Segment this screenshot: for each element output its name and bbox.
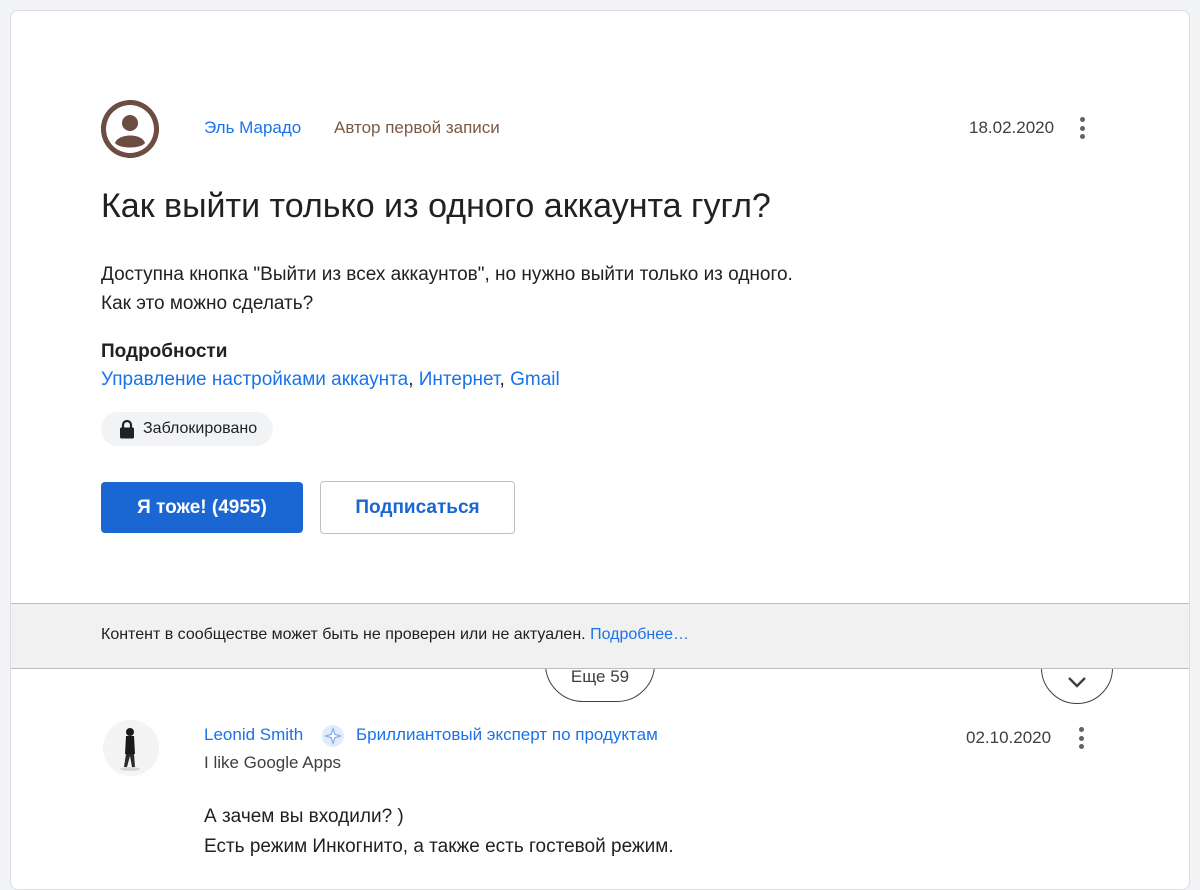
details-tags: Управление настройками аккаунта, Интерне… [101,369,560,391]
tag-separator: , [408,369,419,390]
expert-badge-label: Бриллиантовый эксперт по продуктам [356,725,658,744]
reply-body: А зачем вы входили? ) Есть режим Инкогни… [204,802,674,862]
notice-text: Контент в сообществе может быть не прове… [101,626,689,644]
reply-body-line: А зачем вы входили? ) [204,806,404,827]
author-role-label: Автор первой записи [334,118,500,137]
community-content-notice: Контент в сообществе может быть не прове… [11,603,1189,669]
more-replies-label: Еще 59 [570,667,630,686]
chevron-down-icon [1068,677,1086,688]
tag-link-internet[interactable]: Интернет [419,369,500,390]
tag-link-account-settings[interactable]: Управление настройками аккаунта [101,369,408,390]
details-heading: Подробности [101,341,228,362]
diamond-expert-badge-icon [321,724,345,748]
author-name-link[interactable]: Эль Марадо [204,118,301,138]
reply-author-name-link[interactable]: Leonid Smith [204,725,303,745]
question-body: Доступна кнопка "Выйти из всех аккаунтов… [101,260,793,318]
locked-status-label: Заблокировано [143,420,258,437]
locked-status-chip: Заблокировано [101,412,274,446]
question-card: Эль Марадо Автор первой записи 18.02.202… [10,10,1190,890]
user-photo-avatar [103,720,159,776]
reply-author-tagline: I like Google Apps [204,753,342,772]
question-title: Как выйти только из одного аккаунта гугл… [101,187,771,225]
reply-date: 02.10.2020 [966,728,1052,747]
learn-more-link[interactable]: Подробнее… [590,626,689,643]
question-date: 18.02.2020 [969,118,1055,137]
reply-body-line: Есть режим Инкогнито, а также есть госте… [204,836,674,857]
me-too-button[interactable]: Я тоже! (4955) [101,482,303,533]
author-avatar[interactable] [101,100,159,158]
more-vert-icon[interactable] [1070,113,1094,143]
question-body-line: Как это можно сделать? [101,293,314,314]
tag-link-gmail[interactable]: Gmail [510,369,560,390]
question-body-line: Доступна кнопка "Выйти из всех аккаунтов… [101,264,793,285]
account-circle-icon [101,100,159,158]
notice-message: Контент в сообществе может быть не прове… [101,626,586,643]
reply-author-avatar[interactable] [103,720,159,776]
subscribe-button[interactable]: Подписаться [320,481,515,534]
more-vert-icon[interactable] [1069,723,1093,753]
tag-separator: , [499,369,511,390]
lock-icon [120,419,134,439]
